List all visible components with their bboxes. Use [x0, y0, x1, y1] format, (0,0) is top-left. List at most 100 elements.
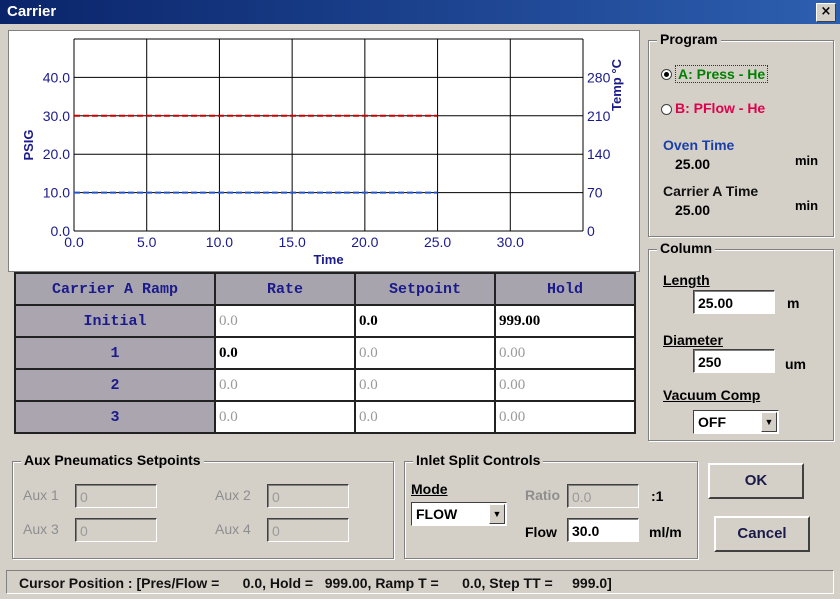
ramp-table: Carrier A Ramp Rate Setpoint Hold Initia…	[14, 272, 636, 434]
program-group: Program A: Press - He B: PFlow - He Oven…	[648, 31, 834, 237]
inlet-group-title: Inlet Split Controls	[413, 452, 544, 468]
carrier-time-label: Carrier A Time	[663, 183, 759, 199]
x-tick-label: 0.0	[64, 234, 84, 250]
y2-tick-label: 140	[587, 146, 611, 162]
header-setpoint: Setpoint	[354, 272, 496, 306]
y2-axis-label: Temp °C	[609, 58, 624, 111]
column-group-title: Column	[657, 240, 716, 256]
aux2-field[interactable]: 0	[267, 484, 349, 508]
carrier-time-value: 25.00	[675, 202, 711, 218]
ramp-chart: 0.0 10.0 20.0 30.0 40.0 0 70 140 210 280 0.0 5.0 10.…	[8, 30, 640, 272]
cursor-position-text: Cursor Position : [Pres/Flow = 0.0, Hold…	[19, 575, 612, 591]
cancel-button[interactable]: Cancel	[714, 516, 810, 552]
header-carrier-ramp: Carrier A Ramp	[14, 272, 216, 306]
oven-time-value: 25.00	[675, 156, 711, 172]
x-tick-label: 10.0	[206, 234, 233, 250]
aux4-label: Aux 4	[215, 521, 251, 537]
row-label: 3	[14, 400, 216, 434]
table-row: 3 0.0 0.0 0.00	[14, 400, 636, 434]
ok-button[interactable]: OK	[708, 463, 804, 499]
diameter-label: Diameter	[663, 332, 723, 348]
mode-value: FLOW	[416, 506, 458, 522]
table-header-row: Carrier A Ramp Rate Setpoint Hold	[14, 272, 636, 306]
y-tick-label: 20.0	[43, 146, 70, 162]
aux1-label: Aux 1	[23, 487, 59, 503]
x-axis-label: Time	[313, 252, 343, 267]
table-row: Initial 0.0 0.0 999.00	[14, 304, 636, 338]
y-tick-label: 30.0	[43, 108, 70, 124]
x-tick-label: 25.0	[424, 234, 451, 250]
y-tick-label: 40.0	[43, 69, 70, 85]
program-b-radio[interactable]	[661, 104, 672, 115]
mode-select[interactable]: FLOW ▼	[411, 502, 507, 526]
setpoint-cell[interactable]: 0.0	[354, 368, 496, 402]
flow-field[interactable]: 30.0	[567, 518, 639, 542]
aux2-label: Aux 2	[215, 487, 251, 503]
x-tick-label: 30.0	[497, 234, 524, 250]
y2-tick-label: 280	[587, 69, 611, 85]
chevron-down-icon[interactable]: ▼	[761, 412, 777, 432]
column-group: Column Length 25.00 m Diameter 250 um Va…	[648, 240, 834, 441]
inlet-split-group: Inlet Split Controls Mode FLOW ▼ Ratio 0…	[404, 452, 698, 559]
length-field[interactable]: 25.00	[693, 290, 775, 314]
vacuum-comp-label: Vacuum Comp	[663, 387, 761, 403]
flow-label: Flow	[525, 524, 557, 540]
vacuum-comp-value: OFF	[698, 414, 726, 430]
setpoint-cell[interactable]: 0.0	[354, 336, 496, 370]
hold-cell[interactable]: 999.00	[494, 304, 636, 338]
y-tick-label: 10.0	[43, 185, 70, 201]
row-label: 1	[14, 336, 216, 370]
ratio-unit: :1	[651, 488, 664, 504]
ramp-chart-svg: 0.010.020.030.040.00701402102800.0 5.0 10.…	[21, 38, 624, 267]
program-b-label[interactable]: B: PFlow - He	[675, 100, 765, 116]
x-tick-label: 5.0	[137, 234, 157, 250]
vacuum-comp-select[interactable]: OFF ▼	[693, 410, 779, 434]
mode-label: Mode	[411, 481, 448, 497]
rate-cell[interactable]: 0.0	[214, 368, 356, 402]
hold-cell[interactable]: 0.00	[494, 368, 636, 402]
row-label: 2	[14, 368, 216, 402]
y-axis-label: PSIG	[21, 129, 36, 160]
title-bar: Carrier ×	[0, 0, 840, 24]
chevron-down-icon[interactable]: ▼	[489, 504, 505, 524]
oven-time-unit: min	[795, 153, 819, 168]
diameter-unit: um	[785, 356, 806, 372]
length-label: Length	[663, 272, 710, 288]
aux3-field[interactable]: 0	[75, 518, 157, 542]
aux1-field[interactable]: 0	[75, 484, 157, 508]
diameter-field[interactable]: 250	[693, 349, 775, 373]
rate-cell[interactable]: 0.0	[214, 400, 356, 434]
oven-time-label: Oven Time	[663, 137, 735, 153]
setpoint-cell[interactable]: 0.0	[354, 304, 496, 338]
y2-tick-label: 70	[587, 185, 603, 201]
carrier-time-unit: min	[795, 198, 819, 213]
program-a-radio[interactable]	[661, 69, 672, 80]
length-unit: m	[787, 295, 800, 311]
header-rate: Rate	[214, 272, 356, 306]
ratio-field[interactable]: 0.0	[567, 484, 639, 508]
setpoint-cell[interactable]: 0.0	[354, 400, 496, 434]
x-tick-label: 15.0	[279, 234, 306, 250]
aux4-field[interactable]: 0	[267, 518, 349, 542]
status-bar: Cursor Position : [Pres/Flow = 0.0, Hold…	[6, 570, 834, 594]
flow-unit: ml/m	[649, 524, 682, 540]
hold-cell[interactable]: 0.00	[494, 400, 636, 434]
aux-pneumatics-group: Aux Pneumatics Setpoints Aux 1 0 Aux 2 0…	[12, 452, 394, 559]
window-title: Carrier	[7, 3, 57, 20]
y2-tick-label: 0	[587, 223, 595, 239]
y2-tick-label: 210	[587, 108, 611, 124]
table-row: 1 0.0 0.0 0.00	[14, 336, 636, 370]
close-button[interactable]: ×	[816, 3, 836, 22]
rate-cell[interactable]: 0.0	[214, 304, 356, 338]
aux-group-title: Aux Pneumatics Setpoints	[21, 452, 204, 468]
ratio-label: Ratio	[525, 487, 560, 503]
aux3-label: Aux 3	[23, 521, 59, 537]
close-icon: ×	[820, 4, 832, 19]
rate-cell[interactable]: 0.0	[214, 336, 356, 370]
program-a-label[interactable]: A: Press - He	[675, 65, 769, 83]
x-tick-label: 20.0	[351, 234, 378, 250]
header-hold: Hold	[494, 272, 636, 306]
row-label: Initial	[14, 304, 216, 338]
program-group-title: Program	[657, 31, 721, 47]
hold-cell[interactable]: 0.00	[494, 336, 636, 370]
